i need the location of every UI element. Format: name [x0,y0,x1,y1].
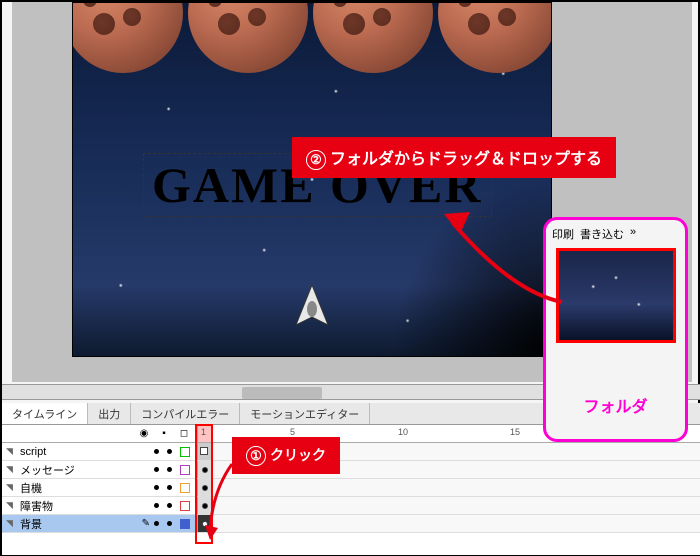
vis-dot[interactable] [154,485,159,490]
vis-dot[interactable] [154,521,159,526]
more-icon[interactable]: » [630,226,636,242]
ruler-mark: 10 [398,427,408,437]
folder-thumbnail[interactable] [556,248,676,343]
layer-row-obstacle[interactable]: ◥ 障害物 [2,497,700,515]
ruler-mark: 1 [201,427,206,437]
tab-motion-editor[interactable]: モーションエディター [240,403,370,424]
layer-row-background[interactable]: ◥ 背景 ✎ [2,515,700,533]
stage-canvas[interactable]: GAME OVER [72,2,552,357]
scrollbar-thumb[interactable] [242,387,322,399]
write-link[interactable]: 書き込む [580,226,624,242]
outline-column-icon[interactable]: ◻ [177,428,191,439]
color-swatch[interactable] [180,447,190,457]
vis-dot[interactable] [154,449,159,454]
pencil-icon: ✎ [142,518,150,529]
layer-name: 背景 [20,516,42,532]
timeline-panel: ◉ ▪ ◻ 1 5 10 15 ◥ script ◥ メッセージ ◥ 自機 [2,425,700,555]
layer-name: 障害物 [20,498,53,514]
layer-name: 自機 [20,480,42,496]
vis-dot[interactable] [154,503,159,508]
lock-column-icon[interactable]: ▪ [157,428,171,439]
tab-timeline[interactable]: タイムライン [2,403,88,424]
folder-label: フォルダ [552,393,679,417]
layer-row-script[interactable]: ◥ script [2,443,700,461]
callout-text: フォルダからドラッグ＆ドロップする [330,151,602,168]
lock-dot[interactable] [167,521,172,526]
print-link[interactable]: 印刷 [552,226,574,242]
fold-icon[interactable]: ◥ [6,482,16,493]
ruler-mark: 15 [510,427,520,437]
callout-text: クリック [270,447,326,463]
layer-frames[interactable] [197,497,700,514]
layer-row-player[interactable]: ◥ 自機 [2,479,700,497]
tab-compile-error[interactable]: コンパイルエラー [131,403,240,424]
callout-click: ①クリック [232,437,340,474]
color-swatch[interactable] [180,501,190,511]
fold-icon[interactable]: ◥ [6,464,16,475]
layers-list: ◥ script ◥ メッセージ ◥ 自機 ◥ 障害物 ◥ 背景 ✎ [2,443,700,533]
layer-name: script [20,446,46,458]
layer-frames[interactable] [197,515,700,532]
folder-panel: 印刷 書き込む » フォルダ [543,217,688,442]
layer-frames[interactable] [197,479,700,496]
fold-icon[interactable]: ◥ [6,500,16,511]
layer-name: メッセージ [20,462,75,478]
visibility-column-icon[interactable]: ◉ [137,428,151,439]
lock-dot[interactable] [167,449,172,454]
color-swatch[interactable] [180,519,190,529]
ruler-mark: 5 [290,427,295,437]
lock-dot[interactable] [167,503,172,508]
color-swatch[interactable] [180,465,190,475]
player-ship-icon [292,283,332,333]
tab-output[interactable]: 出力 [88,403,131,424]
vis-dot[interactable] [154,467,159,472]
callout-drag-drop: ②フォルダからドラッグ＆ドロップする [292,137,616,178]
color-swatch[interactable] [180,483,190,493]
callout-number-icon: ② [306,150,326,170]
lock-dot[interactable] [167,467,172,472]
fold-icon[interactable]: ◥ [6,518,16,529]
layer-row-message[interactable]: ◥ メッセージ [2,461,700,479]
lock-dot[interactable] [167,485,172,490]
fold-icon[interactable]: ◥ [6,446,16,457]
callout-number-icon: ① [246,446,266,466]
